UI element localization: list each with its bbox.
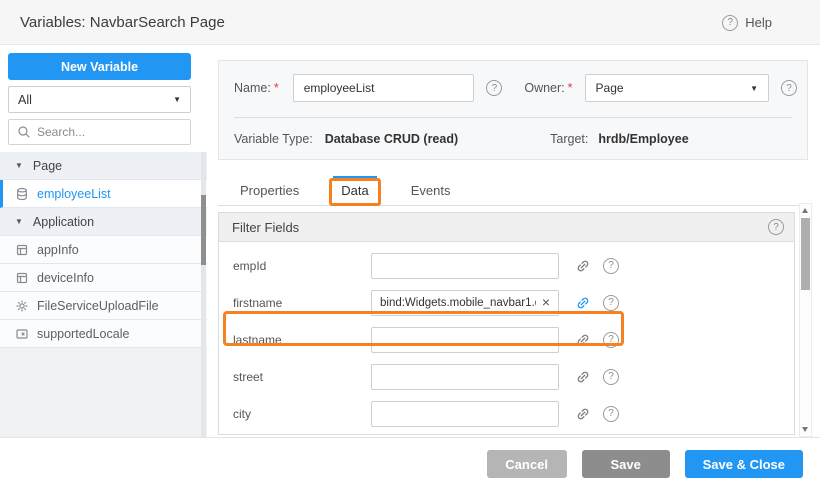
owner-value: Page: [596, 81, 624, 95]
content-scrollbar[interactable]: [799, 203, 812, 437]
field-label: empId: [233, 259, 371, 273]
lastname-value-input[interactable]: [371, 327, 559, 353]
search-input[interactable]: [37, 125, 182, 139]
filter-row-empid: empId ?: [219, 247, 794, 284]
chevron-down-icon: ▼: [173, 95, 181, 104]
empid-value-input[interactable]: [371, 253, 559, 279]
variables-dialog: Variables: NavbarSearch Page ? Help New …: [0, 0, 820, 490]
scroll-up-icon[interactable]: [802, 208, 808, 213]
bind-link-icon[interactable]: [575, 369, 591, 385]
field-help-icon[interactable]: ?: [603, 258, 619, 274]
help-link[interactable]: ? Help: [722, 0, 772, 45]
tree-group-application[interactable]: ▼ Application: [0, 208, 207, 236]
object-icon: [15, 271, 29, 285]
dialog-header: Variables: NavbarSearch Page ? Help: [0, 0, 820, 45]
tree-item-employeelist[interactable]: employeeList: [0, 180, 207, 208]
filter-fields-panel: Filter Fields ? empId ? firstname ×: [218, 212, 795, 435]
save-button[interactable]: Save: [582, 450, 670, 478]
database-icon: [15, 187, 29, 201]
bind-link-icon-active[interactable]: [575, 295, 591, 311]
variable-filter-select[interactable]: All ▼: [8, 86, 191, 113]
detail-tabbar: Properties Data Events: [218, 176, 808, 206]
new-variable-button[interactable]: New Variable: [8, 53, 191, 80]
owner-help-icon[interactable]: ?: [781, 80, 797, 96]
tree-item-supportedlocale[interactable]: supportedLocale: [0, 320, 207, 348]
filter-row-firstname: firstname × ?: [219, 284, 794, 321]
street-value-input[interactable]: [371, 364, 559, 390]
dialog-title: Variables: NavbarSearch Page: [20, 0, 225, 45]
tab-properties[interactable]: Properties: [232, 176, 307, 204]
tree-group-label: Application: [33, 215, 94, 229]
name-label: Name:: [234, 81, 271, 95]
bind-link-icon[interactable]: [575, 332, 591, 348]
tree-item-appinfo[interactable]: appInfo: [0, 236, 207, 264]
owner-label: Owner:: [524, 81, 564, 95]
tree-group-page[interactable]: ▼ Page: [0, 152, 207, 180]
owner-select[interactable]: Page ▼: [585, 74, 769, 102]
tab-data[interactable]: Data: [333, 176, 376, 204]
variable-type-value: Database CRUD (read): [325, 132, 458, 146]
required-marker: *: [274, 81, 279, 95]
field-help-icon[interactable]: ?: [603, 406, 619, 422]
variables-tree: ▼ Page employeeList ▼ Application appInf…: [0, 152, 207, 437]
search-icon: [17, 125, 31, 139]
bind-link-icon[interactable]: [575, 406, 591, 422]
filter-fields-help-icon[interactable]: ?: [768, 219, 784, 235]
filter-row-city: city ?: [219, 395, 794, 432]
locale-icon: [15, 327, 29, 341]
bind-link-icon[interactable]: [575, 258, 591, 274]
variable-type-label: Variable Type:: [234, 132, 313, 146]
sidebar-scrollbar-thumb[interactable]: [201, 195, 206, 265]
city-value-input[interactable]: [371, 401, 559, 427]
variable-name-input[interactable]: [293, 74, 475, 102]
filter-fields-title: Filter Fields: [232, 220, 299, 235]
object-icon: [15, 243, 29, 257]
tree-item-label: supportedLocale: [37, 327, 129, 341]
caret-down-icon: ▼: [15, 161, 23, 170]
tree-item-label: FileServiceUploadFile: [37, 299, 159, 313]
tree-group-label: Page: [33, 159, 62, 173]
sidebar-search[interactable]: [8, 119, 191, 145]
target-value: hrdb/Employee: [598, 132, 688, 146]
service-gear-icon: [15, 299, 29, 313]
field-help-icon[interactable]: ?: [603, 332, 619, 348]
required-marker: *: [568, 81, 573, 95]
divider: [234, 117, 792, 118]
field-label: lastname: [233, 333, 371, 347]
help-icon: ?: [722, 15, 738, 31]
content-scrollbar-thumb[interactable]: [801, 218, 810, 290]
field-label: street: [233, 370, 371, 384]
variables-sidebar: New Variable All ▼ ▼ Page employeeList: [0, 45, 207, 437]
tree-item-fileserviceuploadfile[interactable]: FileServiceUploadFile: [0, 292, 207, 320]
variable-detail-pane: Name: * ? Owner: * Page ▼ ? Variable Typ…: [207, 45, 820, 437]
caret-down-icon: ▼: [15, 217, 23, 226]
tree-item-label: appInfo: [37, 243, 79, 257]
chevron-down-icon: ▼: [750, 84, 758, 93]
field-help-icon[interactable]: ?: [603, 295, 619, 311]
save-and-close-button[interactable]: Save & Close: [685, 450, 803, 478]
cancel-button[interactable]: Cancel: [487, 450, 567, 478]
tree-item-label: employeeList: [37, 187, 111, 201]
tab-events[interactable]: Events: [403, 176, 459, 204]
field-help-icon[interactable]: ?: [603, 369, 619, 385]
variable-filter-value: All: [18, 93, 32, 107]
filter-row-street: street ?: [219, 358, 794, 395]
name-help-icon[interactable]: ?: [486, 80, 502, 96]
target-label: Target:: [550, 132, 588, 146]
field-label: firstname: [233, 296, 371, 310]
dialog-footer: Cancel Save Save & Close: [0, 437, 820, 490]
scroll-down-icon[interactable]: [802, 427, 808, 432]
field-label: city: [233, 407, 371, 421]
tree-item-label: deviceInfo: [37, 271, 94, 285]
clear-binding-icon[interactable]: ×: [538, 294, 554, 310]
firstname-value-input[interactable]: [371, 290, 559, 316]
filter-row-lastname: lastname ?: [219, 321, 794, 358]
variable-summary-panel: Name: * ? Owner: * Page ▼ ? Variable Typ…: [218, 60, 808, 160]
help-label: Help: [745, 15, 772, 30]
tree-item-deviceinfo[interactable]: deviceInfo: [0, 264, 207, 292]
